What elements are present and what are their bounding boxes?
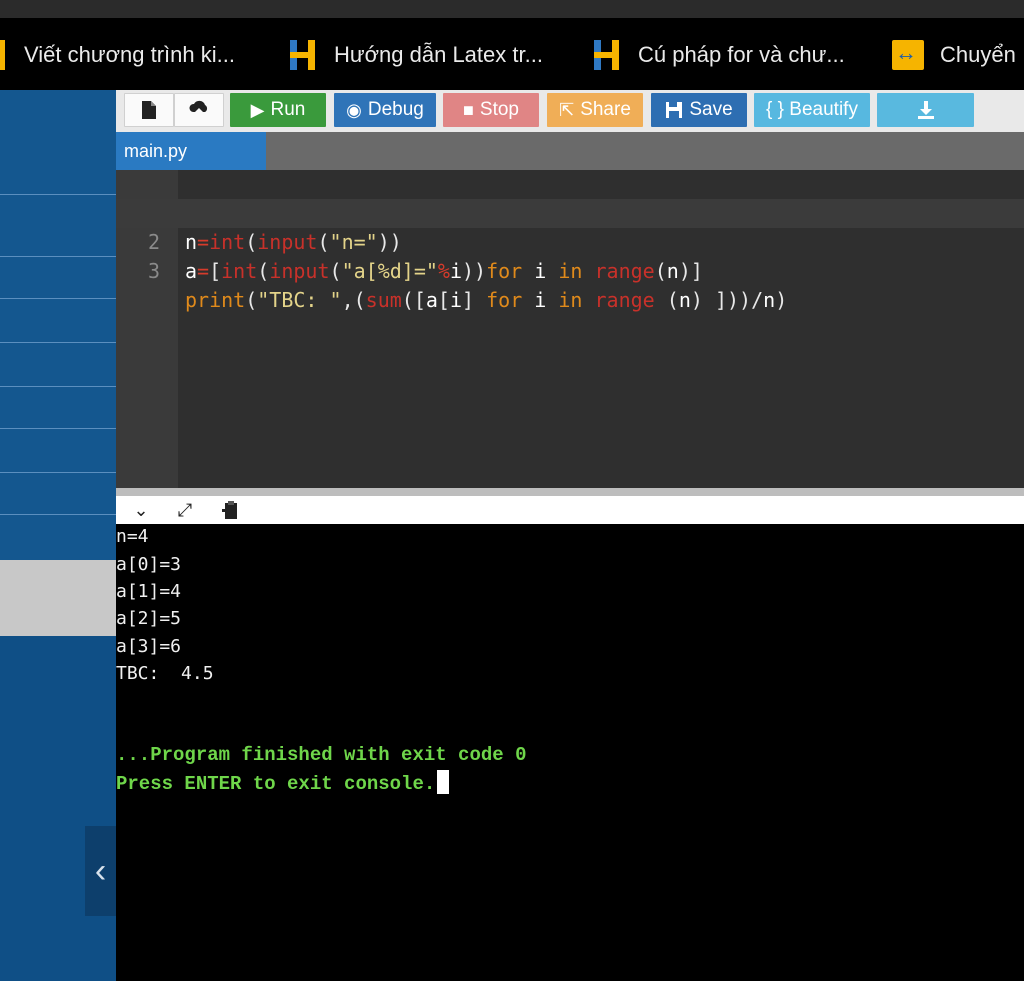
text-cursor [437,770,450,794]
console-toolbar: ⌄ ⤢ [116,496,1024,524]
file-tab-bar: main.py [116,132,1024,170]
collapse-console-button[interactable]: ⌄ [128,498,154,522]
arrow-swap-icon [892,40,924,70]
console-line: TBC: 4.5 [116,663,214,684]
clipboard-icon [222,501,237,519]
code-text: a=[int(input("a[%d]="%i))for i in range(… [185,259,703,283]
output-console[interactable]: n=4 a[0]=3 a[1]=4 a[2]=5 a[3]=6 TBC: 4.5… [116,524,1024,981]
save-button-label: Save [689,99,733,120]
h-logo-icon [290,40,315,70]
bookmark-label: Cú pháp for và chư... [638,42,845,67]
sidebar-divider [0,472,116,473]
share-button[interactable]: ⇱ Share [547,93,643,127]
collapse-sidebar-button[interactable]: ‹ [85,826,116,916]
sidebar-divider [0,514,116,515]
sidebar-divider [0,342,116,343]
line-number: 3 [147,259,160,283]
code-line[interactable]: 3 print("TBC: ",(sum([a[i] for i in rang… [116,228,1024,312]
debug-button[interactable]: ◉ Debug [334,93,436,127]
left-sidebar: ‹ [0,90,116,981]
run-button[interactable]: ▶ Run [230,93,326,127]
floppy-disk-icon [666,102,683,118]
console-line: a[1]=4 [116,581,182,602]
stop-button-label: Stop [479,99,519,120]
bookmark-label: Chuyển [940,42,1016,67]
console-line: a[3]=6 [116,636,182,657]
chevron-down-icon: ⌄ [133,499,149,520]
cloud-upload-icon [189,100,208,118]
upload-button[interactable] [174,93,224,127]
bookmark-4[interactable]: Chuyển [892,38,1016,72]
pane-resize-handle[interactable] [116,488,1024,496]
stop-button[interactable]: ■ Stop [443,93,539,127]
bookmark-1[interactable]: Viết chương trình ki... [0,38,235,72]
share-button-label: Share [580,99,631,120]
exit-prompt-line: Press ENTER to exit console. [116,770,450,797]
play-icon: ▶ [250,99,265,120]
download-icon [917,101,934,119]
bookmark-label: Viết chương trình ki... [24,42,235,67]
sidebar-lower-panel [0,636,116,981]
exit-prompt-text: Press ENTER to exit console. [116,773,436,795]
beautify-button[interactable]: { } Beautify [754,93,870,127]
console-line: a[0]=3 [116,554,182,575]
bookmark-label: Hướng dẫn Latex tr... [334,42,543,67]
exit-status-line: ...Program finished with exit code 0 [116,744,527,766]
sidebar-divider [0,298,116,299]
debug-target-icon: ◉ [346,99,362,120]
stop-square-icon: ■ [463,99,474,120]
console-line: a[2]=5 [116,608,182,629]
code-lines: 1 n=int(input("n=")) 2 a=[int(input("a[%… [116,170,1024,312]
sidebar-divider [0,256,116,257]
sidebar-divider [0,386,116,387]
sidebar-divider [0,194,116,195]
expand-arrows-icon: ⤢ [177,499,193,520]
tab-main-py[interactable]: main.py [116,132,266,170]
expand-console-button[interactable]: ⤢ [172,498,198,522]
tab-label: main.py [124,140,188,161]
run-button-label: Run [270,99,306,120]
bookmark-3[interactable]: Cú pháp for và chư... [592,38,845,72]
file-icon [142,101,156,119]
code-text: print("TBC: ",(sum([a[i] for i in range … [185,288,788,312]
code-line[interactable]: 1 n=int(input("n=")) [116,170,1024,254]
share-icon: ⇱ [559,99,575,120]
new-file-button[interactable] [124,93,174,127]
code-editor[interactable]: 1 n=int(input("n=")) 2 a=[int(input("a[%… [116,170,1024,488]
save-button[interactable]: Save [651,93,747,127]
window-top-strip [0,0,1024,18]
editor-toolbar: ▶ Run ◉ Debug ■ Stop ⇱ Share Save { } Be… [116,90,1024,132]
download-button[interactable] [877,93,974,127]
chevron-left-icon: ‹ [94,851,107,890]
beautify-button-label: { } Beautify [766,99,858,120]
bookmark-2[interactable]: Hướng dẫn Latex tr... [288,38,543,72]
sidebar-selected-item[interactable] [0,560,116,636]
debug-button-label: Debug [367,99,424,120]
h-logo-icon [0,40,5,70]
code-line[interactable]: 2 a=[int(input("a[%d]="%i))for i in rang… [116,199,1024,283]
h-logo-icon [594,40,619,70]
copy-output-button[interactable] [218,498,244,522]
console-line: n=4 [116,526,149,547]
bookmarks-bar: Viết chương trình ki... Hướng dẫn Latex … [0,18,1024,90]
sidebar-divider [0,428,116,429]
